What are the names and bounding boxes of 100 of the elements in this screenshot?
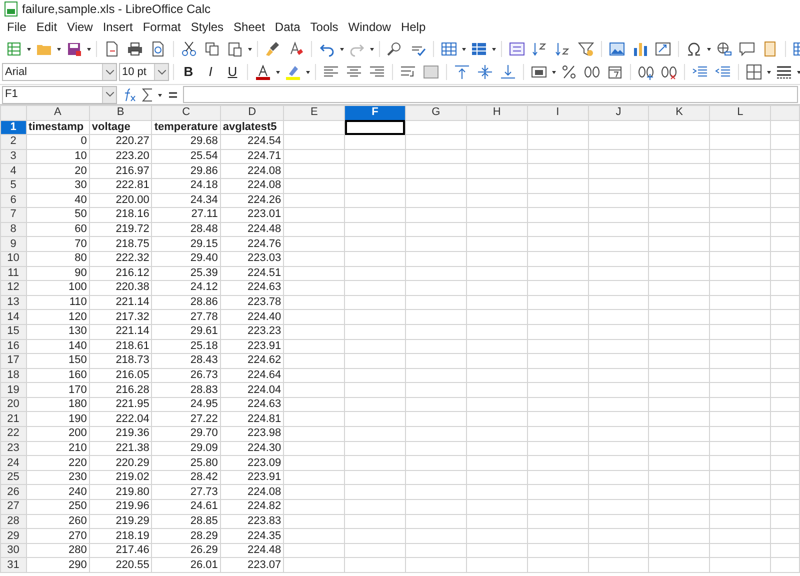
image-icon[interactable] — [609, 40, 625, 56]
sort-descending-icon[interactable] — [555, 40, 571, 56]
row-header[interactable]: 28 — [0, 514, 26, 529]
row-header[interactable]: 4 — [0, 164, 26, 178]
percent-icon[interactable] — [561, 64, 577, 80]
copy-icon[interactable] — [204, 40, 220, 56]
bar-chart-icon[interactable] — [632, 40, 648, 56]
row-header[interactable]: 8 — [0, 222, 26, 237]
row-header[interactable]: 21 — [0, 412, 26, 427]
column-header[interactable]: A — [26, 106, 90, 120]
font-color-icon[interactable] — [255, 64, 271, 80]
grid-icon[interactable] — [441, 40, 457, 56]
new-spreadsheet-icon[interactable] — [6, 40, 22, 56]
row-header[interactable]: 30 — [0, 543, 26, 558]
paste-icon[interactable] — [227, 40, 243, 56]
sum-icon[interactable] — [141, 86, 153, 102]
formula-input-field[interactable] — [183, 86, 798, 103]
search-icon[interactable] — [387, 40, 403, 56]
column-header[interactable]: C — [152, 106, 220, 120]
table-field-icon[interactable] — [509, 40, 525, 56]
column-header[interactable]: I — [527, 106, 588, 120]
column-header[interactable]: E — [284, 106, 345, 120]
row-header[interactable]: 1 — [0, 120, 26, 135]
page-icon[interactable] — [762, 40, 778, 56]
menu-item[interactable]: Window — [343, 19, 396, 35]
align-bottom-icon[interactable] — [500, 64, 516, 80]
decimal-format-icon[interactable] — [584, 64, 600, 80]
underline-button[interactable]: U — [222, 63, 243, 81]
menu-item[interactable]: View — [62, 19, 98, 35]
row-header[interactable]: 26 — [0, 484, 26, 500]
comment-icon[interactable] — [739, 40, 755, 56]
filter-icon[interactable] — [578, 40, 594, 56]
column-header[interactable]: K — [648, 106, 710, 120]
sort-ascending-icon[interactable] — [532, 40, 548, 56]
omega-icon[interactable] — [686, 40, 702, 56]
menu-item[interactable]: Format — [138, 19, 186, 35]
remove-decimal-icon[interactable] — [661, 64, 677, 80]
row-header[interactable]: 16 — [0, 339, 26, 354]
row-header[interactable]: 18 — [0, 368, 26, 383]
column-header[interactable]: F — [344, 106, 406, 120]
borders-icon[interactable] — [746, 64, 762, 80]
table-icon[interactable] — [471, 40, 487, 56]
row-header[interactable]: 29 — [0, 528, 26, 544]
bold-button[interactable]: B — [178, 63, 199, 81]
column-header[interactable]: J — [588, 106, 649, 120]
align-top-icon[interactable] — [454, 64, 470, 80]
currency-icon[interactable] — [531, 64, 547, 80]
column-header[interactable]: B — [89, 106, 152, 120]
clear-formatting-icon[interactable] — [288, 40, 304, 56]
menu-item[interactable]: Help — [396, 19, 431, 35]
column-header[interactable]: D — [220, 106, 284, 120]
font-name-field[interactable]: Arial — [2, 63, 117, 81]
row-header[interactable]: 11 — [0, 266, 26, 281]
row-header[interactable]: 24 — [0, 456, 26, 470]
row-header[interactable]: 15 — [0, 324, 26, 339]
globe-link-icon[interactable] — [716, 40, 732, 56]
row-header[interactable]: 6 — [0, 193, 26, 208]
page-preview-icon[interactable] — [150, 40, 166, 56]
line-style-icon[interactable] — [776, 64, 792, 80]
pdf-document-icon[interactable] — [104, 40, 120, 56]
row-header[interactable]: 2 — [0, 134, 26, 150]
row-header[interactable]: 12 — [0, 280, 26, 296]
add-decimal-icon[interactable] — [638, 64, 654, 80]
save-icon[interactable] — [66, 40, 82, 56]
row-header[interactable]: 25 — [0, 470, 26, 485]
row-header[interactable]: 14 — [0, 310, 26, 324]
merge-cells-icon[interactable] — [423, 64, 439, 80]
caret-icon[interactable] — [158, 70, 166, 74]
row-header[interactable]: 17 — [0, 354, 26, 368]
row-header[interactable]: 10 — [0, 251, 26, 266]
menu-item[interactable]: File — [2, 19, 32, 35]
cut-icon[interactable] — [181, 40, 197, 56]
column-header[interactable]: L — [710, 106, 771, 120]
font-size-field[interactable]: 10 pt — [119, 63, 169, 81]
menu-item[interactable]: Edit — [31, 19, 62, 35]
row-header[interactable]: 3 — [0, 149, 26, 164]
row-header[interactable]: 9 — [0, 236, 26, 252]
row-header[interactable]: 13 — [0, 295, 26, 310]
italic-button[interactable]: I — [200, 63, 221, 81]
menu-item[interactable]: Styles — [186, 19, 229, 35]
menu-item[interactable]: Sheet — [228, 19, 270, 35]
pivot-table-icon[interactable] — [655, 40, 671, 56]
row-header[interactable]: 27 — [0, 500, 26, 514]
name-box[interactable]: F1 — [2, 86, 117, 104]
paintbrush-icon[interactable] — [265, 40, 281, 56]
row-header[interactable]: 31 — [0, 558, 26, 572]
caret-icon[interactable] — [106, 92, 114, 97]
align-middle-icon[interactable] — [477, 64, 493, 80]
row-header[interactable]: 20 — [0, 397, 26, 412]
calendar-icon[interactable] — [607, 64, 623, 80]
row-header[interactable]: 23 — [0, 441, 26, 456]
row-header[interactable]: 22 — [0, 426, 26, 442]
menu-item[interactable]: Tools — [305, 19, 344, 35]
menu-item[interactable]: Data — [270, 19, 306, 35]
row-header[interactable]: 5 — [0, 178, 26, 194]
caret-icon[interactable] — [106, 70, 114, 74]
print-icon[interactable] — [127, 40, 143, 56]
row-header[interactable]: 19 — [0, 382, 26, 398]
menu-item[interactable]: Insert — [98, 19, 138, 35]
row-header[interactable]: 7 — [0, 208, 26, 222]
